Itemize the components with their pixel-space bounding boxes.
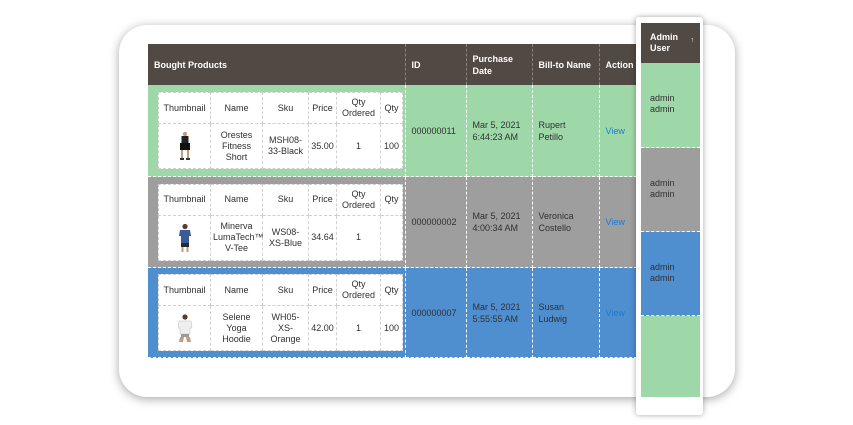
- products-subtable: Thumbnail Name Sku Price Qty Ordered Qty: [158, 183, 403, 261]
- action-cell: View: [599, 176, 637, 268]
- order-row[interactable]: Thumbnail Name Sku Price Qty Ordered Qty: [148, 85, 637, 177]
- admin-user-column-panel: Admin User ↑ admin admin admin admin adm…: [636, 17, 703, 415]
- order-row[interactable]: Thumbnail Name Sku Price Qty Ordered Qty: [148, 267, 637, 358]
- sub-col-sku: Sku: [262, 92, 309, 124]
- view-link[interactable]: View: [606, 126, 625, 136]
- sub-col-price: Price: [308, 274, 337, 306]
- order-id: 000000011: [405, 85, 467, 177]
- product-name: Selene Yoga Hoodie: [210, 305, 263, 351]
- product-row: Minerva LumaTech™ V-Tee WS08-XS-Blue 34.…: [158, 214, 403, 261]
- sub-col-qty: Qty: [380, 183, 403, 216]
- column-purchase-date[interactable]: Purchase Date: [466, 44, 533, 85]
- sub-col-qty-ordered: Qty Ordered: [336, 183, 381, 216]
- products-subtable: Thumbnail Name Sku Price Qty Ordered Qty: [158, 274, 403, 351]
- tee-image: [178, 223, 191, 252]
- product-sku: WH05-XS-Orange: [262, 305, 309, 351]
- hoodie-image: [177, 314, 192, 342]
- sub-col-sku: Sku: [262, 274, 309, 306]
- column-admin-user[interactable]: Admin User ↑: [641, 23, 700, 63]
- product-qty-ordered: 1: [336, 123, 381, 169]
- column-id[interactable]: ID: [405, 44, 467, 85]
- column-bill-to-name[interactable]: Bill-to Name: [532, 44, 600, 85]
- product-row: Orestes Fitness Short MSH08-33-Black 35.…: [158, 123, 403, 169]
- orders-grid: Bought Products ID Purchase Date Bill-to…: [148, 44, 637, 358]
- column-action: Action: [599, 44, 637, 85]
- grid-header-row: Bought Products ID Purchase Date Bill-to…: [148, 44, 637, 85]
- product-thumbnail: [158, 214, 211, 261]
- admin-user-cell: admin admin: [641, 63, 700, 148]
- bought-products-cell: Thumbnail Name Sku Price Qty Ordered Qty: [148, 176, 406, 268]
- order-row[interactable]: Thumbnail Name Sku Price Qty Ordered Qty: [148, 176, 637, 268]
- bill-to-name: Susan Ludwig: [532, 267, 600, 358]
- sub-col-thumbnail: Thumbnail: [158, 274, 211, 306]
- sub-col-qty-ordered: Qty Ordered: [336, 92, 381, 124]
- bought-products-cell: Thumbnail Name Sku Price Qty Ordered Qty: [148, 267, 406, 358]
- product-qty-ordered: 1: [336, 214, 381, 261]
- bill-to-name: Rupert Petillo: [532, 85, 600, 177]
- sub-col-name: Name: [210, 183, 263, 216]
- product-qty: 100: [380, 305, 403, 351]
- admin-user-cell-empty: [641, 316, 700, 397]
- subtable-header-row: Thumbnail Name Sku Price Qty Ordered Qty: [158, 183, 403, 216]
- action-cell: View: [599, 267, 637, 358]
- view-link[interactable]: View: [606, 217, 625, 227]
- admin-user-column: Admin User ↑ admin admin admin admin adm…: [641, 23, 700, 397]
- sub-col-price: Price: [308, 92, 337, 124]
- sub-col-qty-ordered: Qty Ordered: [336, 274, 381, 306]
- product-name: Orestes Fitness Short: [210, 123, 263, 169]
- sub-col-thumbnail: Thumbnail: [158, 92, 211, 124]
- shorts-image: [179, 131, 190, 160]
- product-qty-ordered: 1: [336, 305, 381, 351]
- product-sku: MSH08-33-Black: [262, 123, 309, 169]
- sub-col-qty: Qty: [380, 274, 403, 306]
- admin-user-header-label: Admin User: [650, 32, 678, 53]
- column-bought-products[interactable]: Bought Products: [148, 44, 406, 85]
- bill-to-name: Veronica Costello: [532, 176, 600, 268]
- admin-user-cell: admin admin: [641, 148, 700, 232]
- subtable-header-row: Thumbnail Name Sku Price Qty Ordered Qty: [158, 92, 403, 124]
- sub-col-name: Name: [210, 92, 263, 124]
- product-price: 42.00: [308, 305, 337, 351]
- product-qty: 100: [380, 123, 403, 169]
- sub-col-sku: Sku: [262, 183, 309, 216]
- sub-col-thumbnail: Thumbnail: [158, 183, 211, 216]
- purchase-date: Mar 5, 2021 5:55:55 AM: [466, 267, 533, 358]
- action-cell: View: [599, 85, 637, 177]
- view-link[interactable]: View: [606, 308, 625, 318]
- product-sku: WS08-XS-Blue: [262, 214, 309, 261]
- order-id: 000000007: [405, 267, 467, 358]
- order-id: 000000002: [405, 176, 467, 268]
- product-name: Minerva LumaTech™ V-Tee: [210, 214, 264, 261]
- product-price: 34.64: [308, 214, 337, 261]
- admin-user-cell: admin admin: [641, 232, 700, 316]
- product-thumbnail: [158, 123, 211, 169]
- product-thumbnail: [158, 305, 211, 351]
- subtable-header-row: Thumbnail Name Sku Price Qty Ordered Qty: [158, 274, 403, 306]
- product-row: Selene Yoga Hoodie WH05-XS-Orange 42.00 …: [158, 305, 403, 351]
- product-qty: [380, 214, 403, 261]
- sub-col-qty: Qty: [380, 92, 403, 124]
- sub-col-price: Price: [308, 183, 337, 216]
- product-price: 35.00: [308, 123, 337, 169]
- purchase-date: Mar 5, 2021 6:44:23 AM: [466, 85, 533, 177]
- sort-ascending-icon: ↑: [690, 37, 695, 44]
- sub-col-name: Name: [210, 274, 263, 306]
- purchase-date: Mar 5, 2021 4:00:34 AM: [466, 176, 533, 268]
- products-subtable: Thumbnail Name Sku Price Qty Ordered Qty: [158, 92, 403, 169]
- bought-products-cell: Thumbnail Name Sku Price Qty Ordered Qty: [148, 85, 406, 177]
